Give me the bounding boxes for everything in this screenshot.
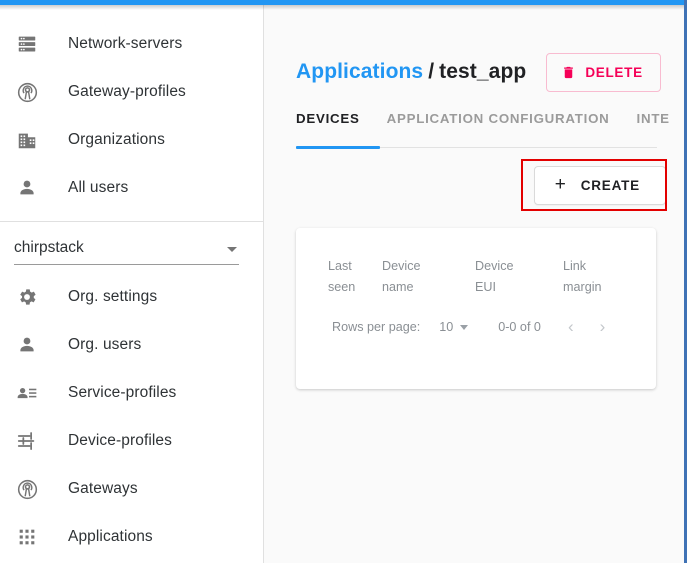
breadcrumb-current-app: test_app bbox=[439, 60, 527, 83]
sidebar-item-label: Gateway-profiles bbox=[68, 83, 186, 100]
page-header: Applications / test_app DELETE bbox=[265, 5, 684, 97]
app-topbar bbox=[0, 0, 687, 5]
sidebar-item-label: All users bbox=[68, 179, 129, 196]
column-header-line1: Last bbox=[328, 259, 352, 273]
person-icon bbox=[10, 333, 44, 357]
plus-icon: + bbox=[554, 174, 567, 195]
sidebar-item-label: Applications bbox=[68, 528, 153, 545]
server-icon bbox=[10, 32, 44, 56]
sidebar-item-label: Network-servers bbox=[68, 35, 183, 52]
create-button-label: CREATE bbox=[580, 177, 640, 193]
sidebar-item-label: Organizations bbox=[68, 131, 165, 148]
rows-per-page-label: Rows per page: bbox=[332, 320, 421, 334]
column-header-line2: name bbox=[382, 280, 414, 294]
column-header-device-eui: Device EUI bbox=[475, 256, 563, 298]
column-header-link-margin: Link margin bbox=[563, 256, 633, 298]
column-header-line1: Device bbox=[382, 259, 421, 273]
toolbar-row: + CREATE bbox=[265, 153, 684, 217]
contact-list-icon bbox=[10, 381, 44, 405]
org-selector[interactable]: chirpstack bbox=[14, 238, 239, 265]
chevron-down-icon bbox=[227, 247, 237, 252]
building-icon bbox=[10, 128, 44, 152]
sidebar-item-gateway-profiles[interactable]: Gateway-profiles bbox=[0, 68, 263, 116]
tab-application-configuration[interactable]: APPLICATION CONFIGURATION bbox=[387, 106, 610, 126]
sidebar-item-device-profiles[interactable]: Device-profiles bbox=[0, 417, 263, 465]
antenna-icon bbox=[10, 80, 44, 104]
org-selector-wrap: chirpstack bbox=[0, 222, 263, 265]
breadcrumb-separator: / bbox=[428, 60, 435, 83]
delete-button-label: DELETE bbox=[585, 64, 643, 80]
apps-grid-icon bbox=[10, 525, 44, 549]
person-icon bbox=[10, 176, 44, 200]
sidebar-item-organizations[interactable]: Organizations bbox=[0, 116, 263, 164]
table-pagination: Rows per page: 10 0-0 of 0 ‹ › bbox=[296, 298, 656, 335]
sidebar-item-label: Org. settings bbox=[68, 288, 158, 305]
sidebar-org-section: Org. settings Org. users Service-profile… bbox=[0, 265, 263, 561]
tab-devices[interactable]: DEVICES bbox=[296, 106, 360, 126]
column-header-last-seen: Last seen bbox=[296, 256, 382, 298]
sidebar-item-label: Service-profiles bbox=[68, 384, 177, 401]
chevron-right-icon[interactable]: › bbox=[600, 318, 606, 335]
column-header-device-name: Device name bbox=[382, 256, 475, 298]
sidebar-item-service-profiles[interactable]: Service-profiles bbox=[0, 369, 263, 417]
sidebar-item-network-servers[interactable]: Network-servers bbox=[0, 20, 263, 68]
column-header-line1: Link bbox=[563, 259, 587, 273]
column-header-line2: margin bbox=[563, 280, 602, 294]
device-table-header: Last seen Device name Device EUI Link ma… bbox=[296, 228, 656, 298]
sidebar-item-all-users[interactable]: All users bbox=[0, 164, 263, 212]
tab-integrations[interactable]: INTE bbox=[637, 106, 670, 126]
create-button[interactable]: + CREATE bbox=[533, 165, 666, 205]
sidebar: Network-servers Gateway-profiles Organiz… bbox=[0, 5, 264, 563]
breadcrumb-link-applications[interactable]: Applications bbox=[296, 60, 423, 83]
tune-icon bbox=[10, 429, 44, 453]
sidebar-item-org-settings[interactable]: Org. settings bbox=[0, 273, 263, 321]
rows-per-page-value: 10 bbox=[439, 320, 454, 334]
sidebar-item-applications[interactable]: Applications bbox=[0, 513, 263, 561]
sidebar-item-gateways[interactable]: Gateways bbox=[0, 465, 263, 513]
sidebar-item-label: Device-profiles bbox=[68, 432, 173, 449]
device-table-area: Last seen Device name Device EUI Link ma… bbox=[265, 228, 684, 389]
chevron-left-icon[interactable]: ‹ bbox=[568, 318, 574, 335]
pagination-nav: ‹ › bbox=[568, 318, 606, 335]
tab-active-indicator bbox=[296, 146, 380, 149]
breadcrumb: Applications / test_app bbox=[296, 60, 526, 84]
sidebar-item-label: Gateways bbox=[68, 480, 138, 497]
chevron-down-icon bbox=[460, 324, 469, 330]
trash-icon bbox=[561, 64, 576, 81]
gear-icon bbox=[10, 285, 44, 309]
org-selector-value: chirpstack bbox=[14, 239, 84, 256]
sidebar-item-org-users[interactable]: Org. users bbox=[0, 321, 263, 369]
pagination-range: 0-0 of 0 bbox=[498, 320, 541, 334]
sidebar-item-label: Org. users bbox=[68, 336, 142, 353]
delete-button[interactable]: DELETE bbox=[546, 52, 661, 92]
column-header-line2: seen bbox=[328, 280, 356, 294]
column-header-line1: Device bbox=[475, 259, 514, 273]
topbar-shadow bbox=[0, 5, 687, 10]
rows-per-page-select[interactable]: 10 bbox=[439, 320, 469, 334]
device-table-card: Last seen Device name Device EUI Link ma… bbox=[296, 228, 656, 389]
main-content: Applications / test_app DELETE DEVICES APP… bbox=[265, 5, 684, 563]
sidebar-global-section: Network-servers Gateway-profiles Organiz… bbox=[0, 5, 263, 212]
tab-bar: DEVICES APPLICATION CONFIGURATION INTE bbox=[265, 106, 684, 153]
app-root: Network-servers Gateway-profiles Organiz… bbox=[0, 0, 687, 563]
column-header-line2: EUI bbox=[475, 280, 496, 294]
antenna-icon bbox=[10, 477, 44, 501]
